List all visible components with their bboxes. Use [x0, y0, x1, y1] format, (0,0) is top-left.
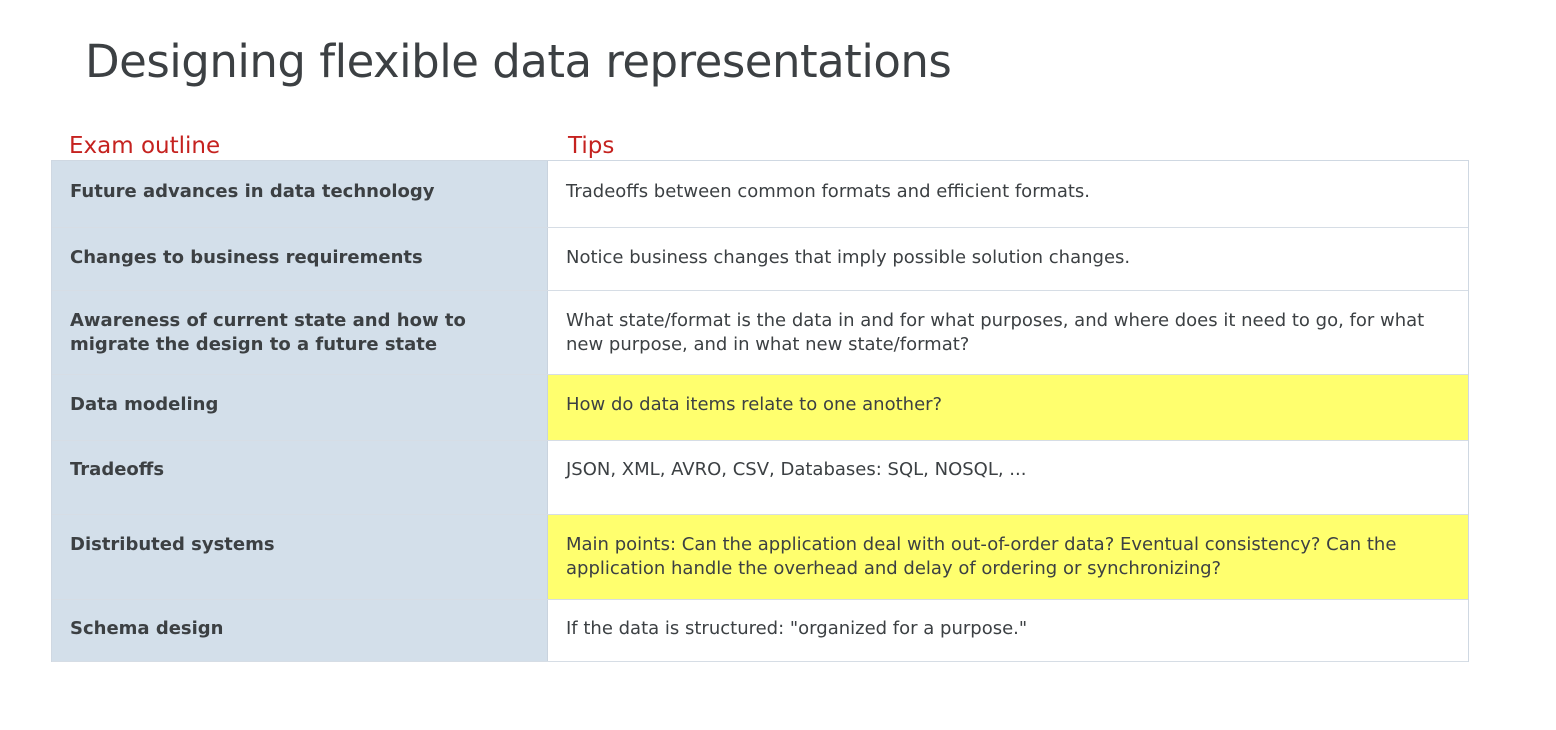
tip-cell: JSON, XML, AVRO, CSV, Databases: SQL, NO… — [548, 441, 1468, 514]
tip-cell: How do data items relate to one another? — [548, 375, 1468, 440]
table-row: Distributed systems Main points: Can the… — [52, 515, 1468, 600]
tips-heading: Tips — [568, 133, 615, 159]
outline-cell: Future advances in data technology — [52, 161, 548, 227]
tip-cell: If the data is structured: "organized fo… — [548, 600, 1468, 661]
table-row: Awareness of current state and how to mi… — [52, 291, 1468, 375]
table-row: Future advances in data technology Trade… — [52, 161, 1468, 228]
outline-tips-table: Future advances in data technology Trade… — [51, 160, 1469, 662]
table-row: Tradeoffs JSON, XML, AVRO, CSV, Database… — [52, 441, 1468, 515]
exam-outline-heading: Exam outline — [69, 133, 221, 159]
table-row: Changes to business requirements Notice … — [52, 228, 1468, 291]
outline-cell: Tradeoffs — [52, 441, 548, 514]
outline-cell: Awareness of current state and how to mi… — [52, 291, 548, 374]
outline-cell: Distributed systems — [52, 515, 548, 599]
outline-cell: Data modeling — [52, 375, 548, 440]
outline-cell: Changes to business requirements — [52, 228, 548, 290]
table-row: Data modeling How do data items relate t… — [52, 375, 1468, 441]
tip-cell: Tradeoffs between common formats and eff… — [548, 161, 1468, 227]
slide-title: Designing flexible data representations — [85, 35, 952, 88]
tip-cell: Main points: Can the application deal wi… — [548, 515, 1468, 599]
outline-cell: Schema design — [52, 600, 548, 661]
table-row: Schema design If the data is structured:… — [52, 600, 1468, 662]
tip-cell: Notice business changes that imply possi… — [548, 228, 1468, 290]
tip-cell: What state/format is the data in and for… — [548, 291, 1468, 374]
